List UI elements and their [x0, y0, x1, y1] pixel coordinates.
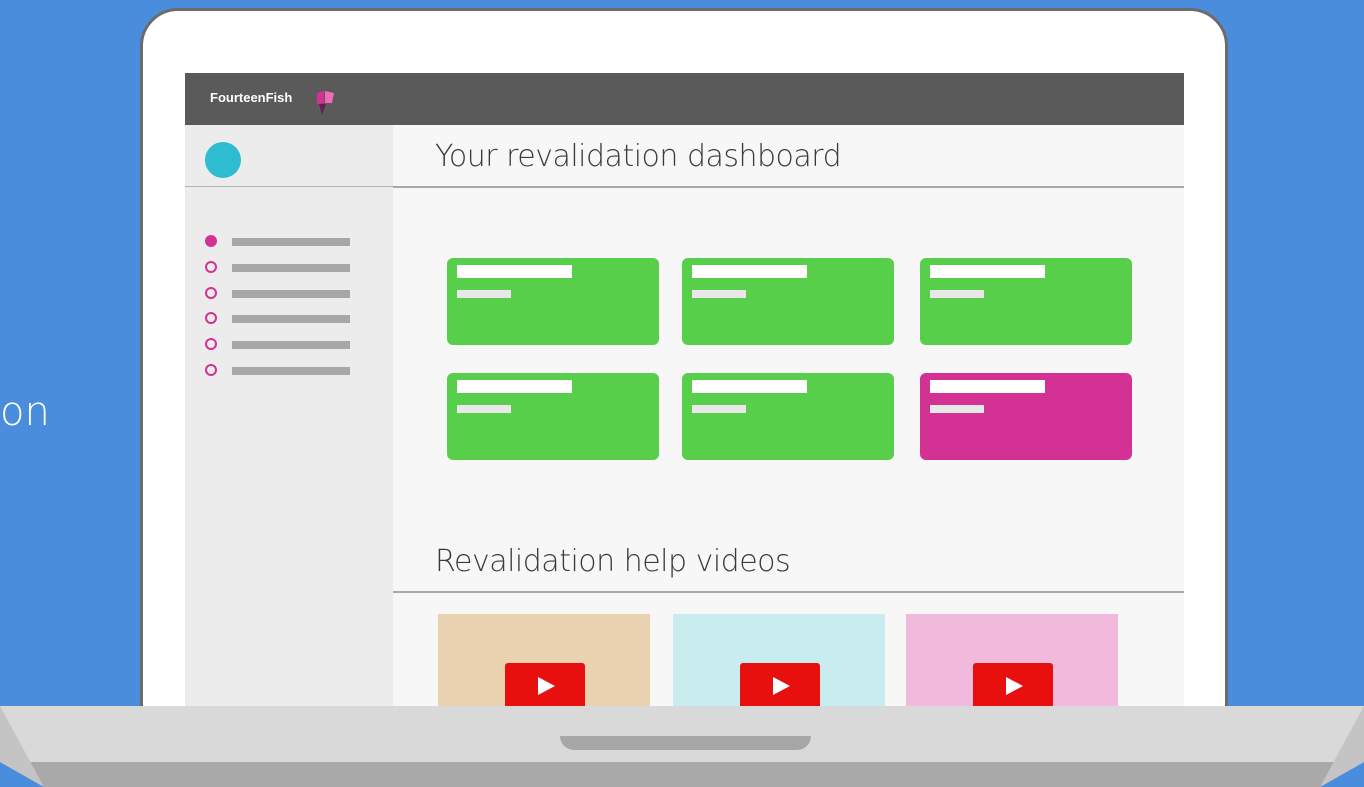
sidebar-item-placeholder	[232, 264, 350, 272]
inactive-dot-icon	[205, 312, 217, 324]
sidebar-item-3[interactable]	[205, 287, 365, 300]
inactive-dot-icon	[205, 338, 217, 350]
dashboard-card-6[interactable]	[920, 373, 1132, 460]
sidebar-item-5[interactable]	[205, 338, 365, 351]
play-button[interactable]	[973, 663, 1053, 709]
card-title-placeholder	[692, 265, 807, 278]
card-title-placeholder	[457, 380, 572, 393]
inactive-dot-icon	[205, 261, 217, 273]
dashboard-title: Your revalidation dashboard	[435, 139, 842, 174]
card-subtitle-placeholder	[457, 290, 511, 298]
dashboard-card-4[interactable]	[447, 373, 659, 460]
card-subtitle-placeholder	[457, 405, 511, 413]
inactive-dot-icon	[205, 364, 217, 376]
partial-caption-text: on	[0, 389, 50, 435]
sidebar-item-placeholder	[232, 238, 350, 246]
sidebar-item-4[interactable]	[205, 312, 365, 325]
play-button[interactable]	[505, 663, 585, 709]
card-title-placeholder	[930, 380, 1045, 393]
active-dot-icon	[205, 235, 217, 247]
play-button[interactable]	[740, 663, 820, 709]
avatar[interactable]	[205, 142, 241, 178]
dashboard-divider	[393, 186, 1184, 188]
dashboard-card-2[interactable]	[682, 258, 894, 345]
sidebar-item-2[interactable]	[205, 261, 365, 274]
video-thumbnail-1[interactable]	[438, 614, 650, 719]
dashboard-card-1[interactable]	[447, 258, 659, 345]
card-subtitle-placeholder	[930, 405, 984, 413]
top-bar: FourteenFish	[185, 73, 1184, 125]
fish-logo-icon	[317, 91, 334, 115]
dashboard-card-5[interactable]	[682, 373, 894, 460]
video-thumbnail-3[interactable]	[906, 614, 1118, 719]
dashboard-card-3[interactable]	[920, 258, 1132, 345]
laptop-hinge	[560, 736, 811, 750]
card-subtitle-placeholder	[692, 290, 746, 298]
sidebar	[185, 125, 393, 719]
videos-title: Revalidation help videos	[435, 544, 791, 579]
card-title-placeholder	[930, 265, 1045, 278]
laptop-screen: FourteenFish Your revalidation dashboard…	[185, 73, 1184, 719]
sidebar-item-6[interactable]	[205, 364, 365, 377]
sidebar-item-placeholder	[232, 315, 350, 323]
sidebar-item-placeholder	[232, 367, 350, 375]
card-title-placeholder	[457, 265, 572, 278]
play-icon	[1006, 677, 1023, 695]
play-icon	[538, 677, 555, 695]
inactive-dot-icon	[205, 287, 217, 299]
card-subtitle-placeholder	[930, 290, 984, 298]
sidebar-item-placeholder	[232, 290, 350, 298]
card-title-placeholder	[692, 380, 807, 393]
play-icon	[773, 677, 790, 695]
videos-divider	[393, 591, 1184, 593]
sidebar-item-placeholder	[232, 341, 350, 349]
video-thumbnail-2[interactable]	[673, 614, 885, 719]
sidebar-item-1[interactable]	[205, 235, 365, 248]
card-subtitle-placeholder	[692, 405, 746, 413]
sidebar-divider	[185, 186, 393, 187]
brand-name[interactable]: FourteenFish	[210, 90, 292, 105]
